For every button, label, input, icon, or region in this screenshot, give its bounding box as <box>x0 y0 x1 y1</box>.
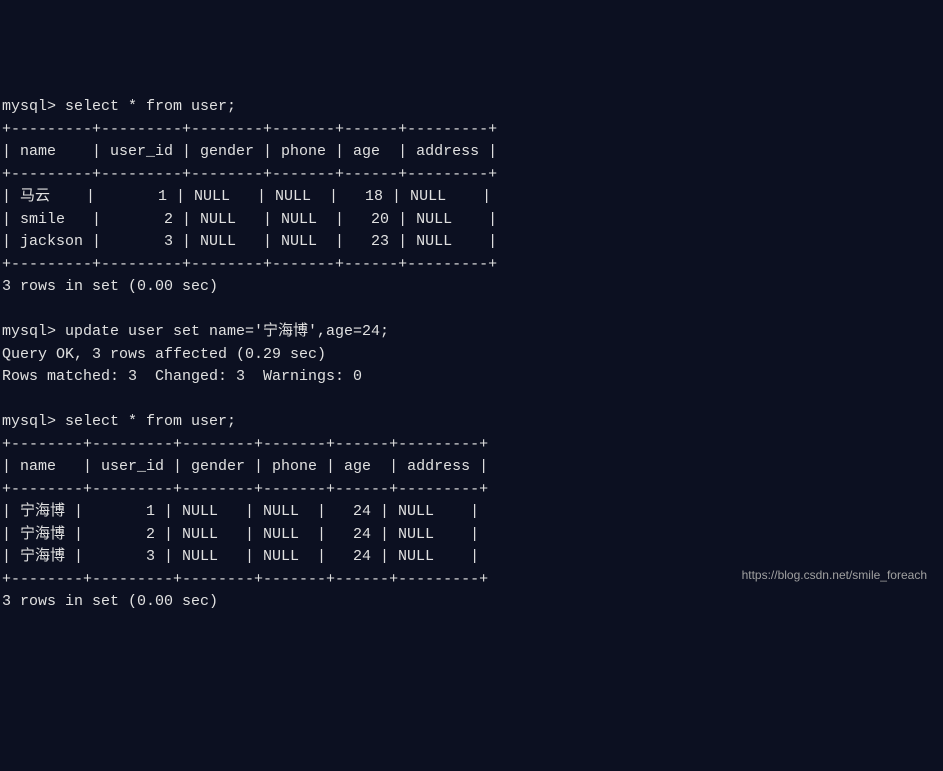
table1-header: | name | user_id | gender | phone | age … <box>2 143 497 160</box>
result2-line1: Query OK, 3 rows affected (0.29 sec) <box>2 346 326 363</box>
table1-border-mid: +---------+---------+--------+-------+--… <box>2 166 497 183</box>
table2-border-bot: +--------+---------+--------+-------+---… <box>2 571 488 588</box>
table2-border-mid: +--------+---------+--------+-------+---… <box>2 481 488 498</box>
result3: 3 rows in set (0.00 sec) <box>2 593 218 610</box>
prompt-text: mysql> <box>2 98 65 115</box>
table1-row-2: | smile | 2 | NULL | NULL | 20 | NULL | <box>2 211 497 228</box>
table1-row-3: | jackson | 3 | NULL | NULL | 23 | NULL … <box>2 233 497 250</box>
table2-row-2: | 宁海博 | 2 | NULL | NULL | 24 | NULL | <box>2 526 479 543</box>
command-text: update user set name='宁海博',age=24; <box>65 323 389 340</box>
table2-header: | name | user_id | gender | phone | age … <box>2 458 488 475</box>
command-text: select * from user; <box>65 413 236 430</box>
prompt-text: mysql> <box>2 323 65 340</box>
table1-row-1: | 马云 | 1 | NULL | NULL | 18 | NULL | <box>2 188 491 205</box>
table2-row-1: | 宁海博 | 1 | NULL | NULL | 24 | NULL | <box>2 503 479 520</box>
terminal-output: mysql> select * from user; +---------+--… <box>2 96 943 614</box>
table2-border-top: +--------+---------+--------+-------+---… <box>2 436 488 453</box>
mysql-prompt-2: mysql> update user set name='宁海博',age=24… <box>2 323 389 340</box>
mysql-prompt-3: mysql> select * from user; <box>2 413 236 430</box>
mysql-prompt-1: mysql> select * from user; <box>2 98 236 115</box>
prompt-text: mysql> <box>2 413 65 430</box>
table1-border-bot: +---------+---------+--------+-------+--… <box>2 256 497 273</box>
command-text: select * from user; <box>65 98 236 115</box>
table2-row-3: | 宁海博 | 3 | NULL | NULL | 24 | NULL | <box>2 548 479 565</box>
watermark-text: https://blog.csdn.net/smile_foreach <box>742 566 927 584</box>
table1-border-top: +---------+---------+--------+-------+--… <box>2 121 497 138</box>
result2-line2: Rows matched: 3 Changed: 3 Warnings: 0 <box>2 368 362 385</box>
result1: 3 rows in set (0.00 sec) <box>2 278 218 295</box>
